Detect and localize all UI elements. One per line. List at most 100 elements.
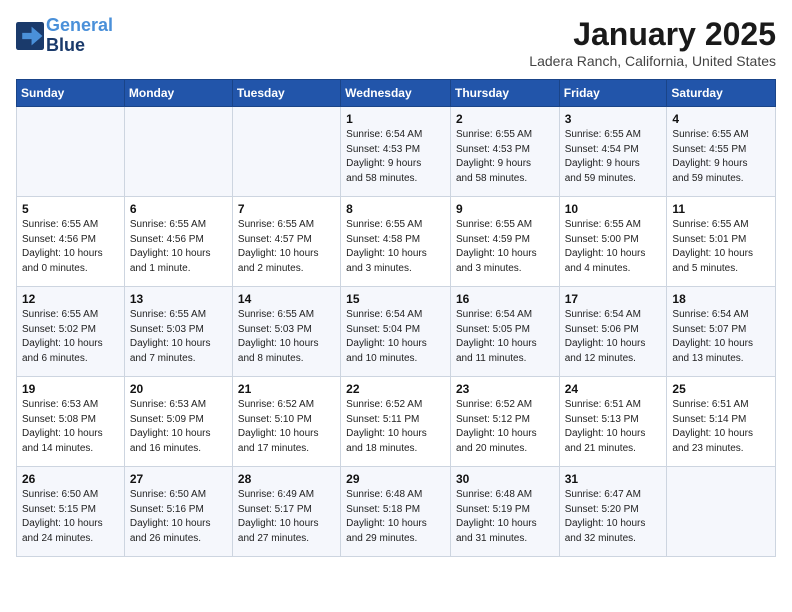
calendar-cell — [667, 467, 776, 557]
calendar-title: January 2025 — [529, 16, 776, 53]
week-row-3: 12 Sunrise: 6:55 AM Sunset: 5:02 PM Dayli… — [17, 287, 776, 377]
day-info: Sunrise: 6:51 AM Sunset: 5:14 PM Dayligh… — [672, 398, 770, 456]
day-number: 22 — [346, 382, 445, 396]
calendar-cell: 7 Sunrise: 6:55 AM Sunset: 4:57 PM Daylig… — [232, 197, 340, 287]
calendar-subtitle: Ladera Ranch, California, United States — [529, 53, 776, 69]
day-number: 4 — [672, 112, 770, 126]
calendar-cell: 8 Sunrise: 6:55 AM Sunset: 4:58 PM Daylig… — [341, 197, 451, 287]
calendar-cell: 26 Sunrise: 6:50 AM Sunset: 5:15 PM Dayli… — [17, 467, 125, 557]
day-info: Sunrise: 6:54 AM Sunset: 5:07 PM Dayligh… — [672, 308, 770, 366]
day-info: Sunrise: 6:52 AM Sunset: 5:10 PM Dayligh… — [238, 398, 335, 456]
calendar-cell: 20 Sunrise: 6:53 AM Sunset: 5:09 PM Dayli… — [124, 377, 232, 467]
calendar-cell: 19 Sunrise: 6:53 AM Sunset: 5:08 PM Dayli… — [17, 377, 125, 467]
calendar-cell: 4Sunrise: 6:55 AM Sunset: 4:55 PM Daylig… — [667, 107, 776, 197]
day-number: 28 — [238, 472, 335, 486]
day-info: Sunrise: 6:55 AM Sunset: 4:56 PM Dayligh… — [130, 218, 227, 276]
day-info: Sunrise: 6:51 AM Sunset: 5:13 PM Dayligh… — [565, 398, 662, 456]
day-info: Sunrise: 6:55 AM Sunset: 4:57 PM Dayligh… — [238, 218, 335, 276]
calendar-cell: 17 Sunrise: 6:54 AM Sunset: 5:06 PM Dayli… — [559, 287, 667, 377]
day-number: 20 — [130, 382, 227, 396]
day-info: Sunrise: 6:49 AM Sunset: 5:17 PM Dayligh… — [238, 488, 335, 546]
day-info: Sunrise: 6:55 AM Sunset: 5:02 PM Dayligh… — [22, 308, 119, 366]
day-number: 9 — [456, 202, 554, 216]
weekday-header-friday: Friday — [559, 80, 667, 107]
calendar-cell: 9 Sunrise: 6:55 AM Sunset: 4:59 PM Daylig… — [450, 197, 559, 287]
weekday-header-wednesday: Wednesday — [341, 80, 451, 107]
day-info: Sunrise: 6:54 AM Sunset: 5:05 PM Dayligh… — [456, 308, 554, 366]
week-row-1: 1 Sunrise: 6:54 AM Sunset: 4:53 PM Daylig… — [17, 107, 776, 197]
weekday-header-row: SundayMondayTuesdayWednesdayThursdayFrid… — [17, 80, 776, 107]
calendar-cell: 1 Sunrise: 6:54 AM Sunset: 4:53 PM Daylig… — [341, 107, 451, 197]
calendar-cell: 30Sunrise: 6:48 AM Sunset: 5:19 PM Dayli… — [450, 467, 559, 557]
day-info: Sunrise: 6:55 AM Sunset: 5:03 PM Dayligh… — [130, 308, 227, 366]
page-header: GeneralBlue January 2025 Ladera Ranch, C… — [16, 16, 776, 69]
day-number: 13 — [130, 292, 227, 306]
calendar-cell: 24 Sunrise: 6:51 AM Sunset: 5:13 PM Dayli… — [559, 377, 667, 467]
weekday-header-monday: Monday — [124, 80, 232, 107]
day-number: 27 — [130, 472, 227, 486]
day-number: 16 — [456, 292, 554, 306]
day-info: Sunrise: 6:53 AM Sunset: 5:09 PM Dayligh… — [130, 398, 227, 456]
day-info: Sunrise: 6:52 AM Sunset: 5:11 PM Dayligh… — [346, 398, 445, 456]
day-info: Sunrise: 6:55 AM Sunset: 4:59 PM Dayligh… — [456, 218, 554, 276]
calendar-cell: 15Sunrise: 6:54 AM Sunset: 5:04 PM Dayli… — [341, 287, 451, 377]
day-info: Sunrise: 6:55 AM Sunset: 5:00 PM Dayligh… — [565, 218, 662, 276]
day-number: 30 — [456, 472, 554, 486]
day-number: 23 — [456, 382, 554, 396]
calendar-cell: 12 Sunrise: 6:55 AM Sunset: 5:02 PM Dayli… — [17, 287, 125, 377]
day-number: 10 — [565, 202, 662, 216]
calendar-cell: 10 Sunrise: 6:55 AM Sunset: 5:00 PM Dayli… — [559, 197, 667, 287]
day-number: 18 — [672, 292, 770, 306]
day-number: 31 — [565, 472, 662, 486]
day-number: 5 — [22, 202, 119, 216]
calendar-cell — [232, 107, 340, 197]
day-info: Sunrise: 6:55 AM Sunset: 5:03 PM Dayligh… — [238, 308, 335, 366]
calendar-cell: 23 Sunrise: 6:52 AM Sunset: 5:12 PM Dayli… — [450, 377, 559, 467]
day-info: Sunrise: 6:55 AM Sunset: 4:58 PM Dayligh… — [346, 218, 445, 276]
day-number: 14 — [238, 292, 335, 306]
day-number: 21 — [238, 382, 335, 396]
weekday-header-sunday: Sunday — [17, 80, 125, 107]
week-row-2: 5 Sunrise: 6:55 AM Sunset: 4:56 PM Daylig… — [17, 197, 776, 287]
day-number: 2 — [456, 112, 554, 126]
day-number: 17 — [565, 292, 662, 306]
calendar-cell: 31Sunrise: 6:47 AM Sunset: 5:20 PM Dayli… — [559, 467, 667, 557]
day-number: 8 — [346, 202, 445, 216]
day-number: 1 — [346, 112, 445, 126]
logo-icon — [16, 22, 44, 50]
day-number: 15 — [346, 292, 445, 306]
calendar-cell — [124, 107, 232, 197]
calendar-cell: 27 Sunrise: 6:50 AM Sunset: 5:16 PM Dayli… — [124, 467, 232, 557]
title-block: January 2025 Ladera Ranch, California, U… — [529, 16, 776, 69]
day-info: Sunrise: 6:52 AM Sunset: 5:12 PM Dayligh… — [456, 398, 554, 456]
day-number: 12 — [22, 292, 119, 306]
day-info: Sunrise: 6:54 AM Sunset: 5:06 PM Dayligh… — [565, 308, 662, 366]
day-info: Sunrise: 6:55 AM Sunset: 5:01 PM Dayligh… — [672, 218, 770, 276]
day-number: 29 — [346, 472, 445, 486]
day-number: 7 — [238, 202, 335, 216]
day-info: Sunrise: 6:53 AM Sunset: 5:08 PM Dayligh… — [22, 398, 119, 456]
day-number: 26 — [22, 472, 119, 486]
calendar-cell: 22 Sunrise: 6:52 AM Sunset: 5:11 PM Dayli… — [341, 377, 451, 467]
day-info: Sunrise: 6:50 AM Sunset: 5:15 PM Dayligh… — [22, 488, 119, 546]
weekday-header-thursday: Thursday — [450, 80, 559, 107]
day-info: Sunrise: 6:54 AM Sunset: 4:53 PM Dayligh… — [346, 128, 445, 186]
week-row-4: 19 Sunrise: 6:53 AM Sunset: 5:08 PM Dayli… — [17, 377, 776, 467]
day-number: 11 — [672, 202, 770, 216]
day-number: 25 — [672, 382, 770, 396]
day-number: 24 — [565, 382, 662, 396]
day-number: 3 — [565, 112, 662, 126]
calendar-cell: 18 Sunrise: 6:54 AM Sunset: 5:07 PM Dayli… — [667, 287, 776, 377]
calendar-cell: 2Sunrise: 6:55 AM Sunset: 4:53 PM Daylig… — [450, 107, 559, 197]
week-row-5: 26 Sunrise: 6:50 AM Sunset: 5:15 PM Dayli… — [17, 467, 776, 557]
day-info: Sunrise: 6:50 AM Sunset: 5:16 PM Dayligh… — [130, 488, 227, 546]
day-info: Sunrise: 6:55 AM Sunset: 4:54 PM Dayligh… — [565, 128, 662, 186]
logo-text: GeneralBlue — [46, 16, 113, 56]
day-number: 6 — [130, 202, 227, 216]
day-number: 19 — [22, 382, 119, 396]
calendar-table: SundayMondayTuesdayWednesdayThursdayFrid… — [16, 79, 776, 557]
calendar-cell: 28 Sunrise: 6:49 AM Sunset: 5:17 PM Dayli… — [232, 467, 340, 557]
calendar-cell: 14 Sunrise: 6:55 AM Sunset: 5:03 PM Dayli… — [232, 287, 340, 377]
calendar-cell: 11 Sunrise: 6:55 AM Sunset: 5:01 PM Dayli… — [667, 197, 776, 287]
calendar-cell — [17, 107, 125, 197]
